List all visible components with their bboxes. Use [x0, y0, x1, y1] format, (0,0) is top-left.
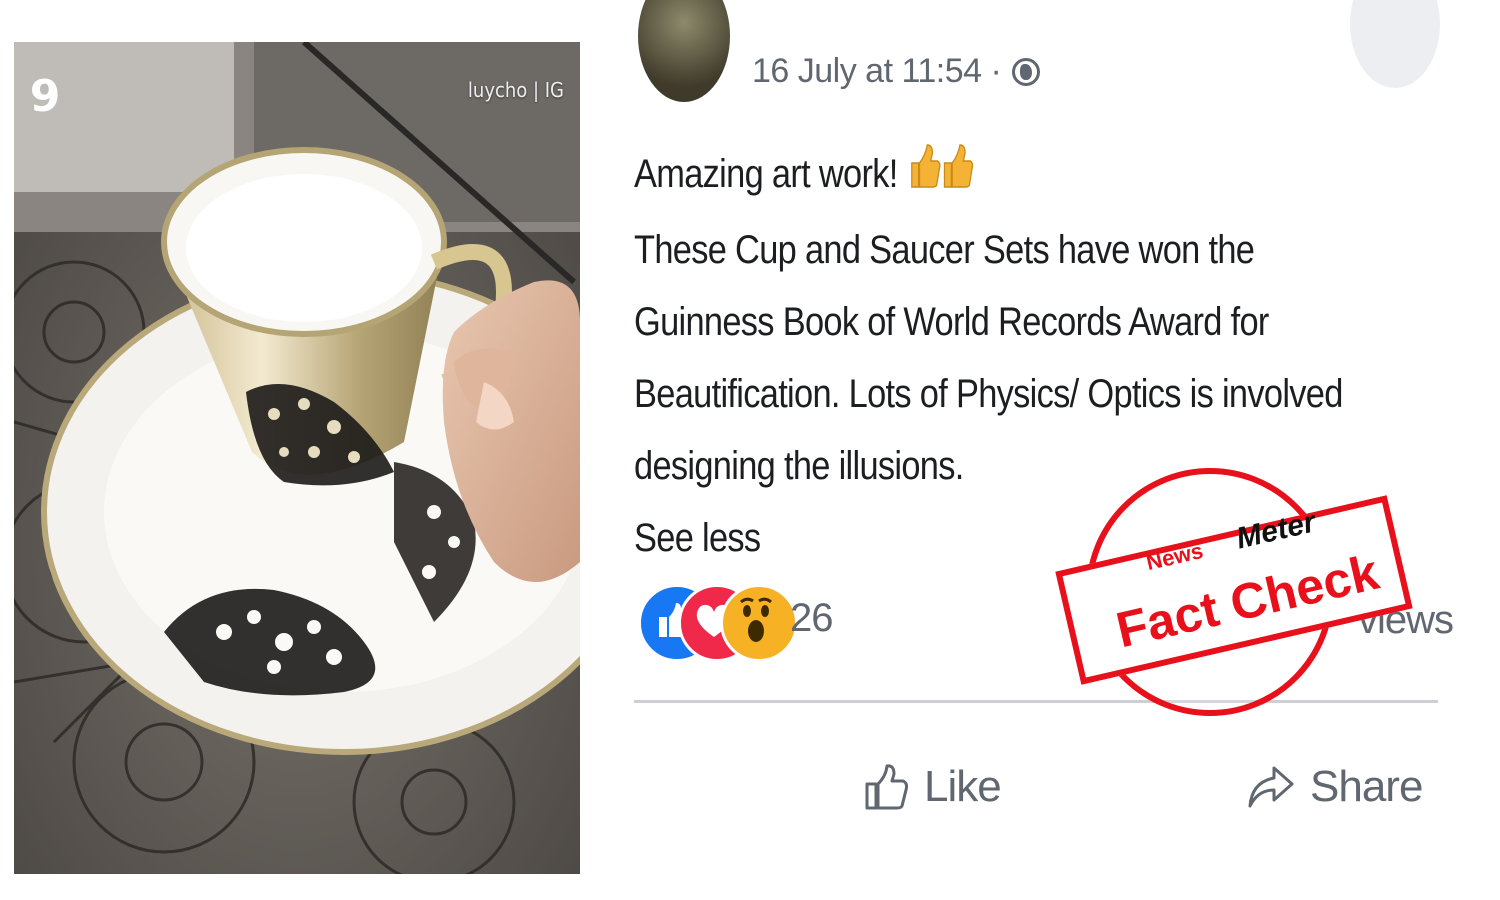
share-button[interactable]: Share: [1246, 752, 1423, 822]
channel-logo: 9: [29, 71, 61, 122]
share-label: Share: [1310, 762, 1423, 811]
post-timestamp[interactable]: 16 July at 11:54 ·: [752, 52, 1041, 91]
video-credit: luycho | IG: [467, 78, 564, 102]
author-avatar[interactable]: [638, 0, 730, 102]
timestamp-text: 16 July at 11:54 ·: [752, 52, 1002, 90]
post-line-2: These Cup and Saucer Sets have won the: [634, 228, 1255, 272]
thumbs-up-emoji-icon: [906, 141, 975, 214]
post-line-1-text: Amazing art work!: [634, 152, 898, 196]
post-line-1: Amazing art work!: [634, 138, 1322, 214]
fact-check-stamp: News Meter Fact Check: [1055, 468, 1413, 724]
thumbs-up-outline-icon: [865, 764, 909, 810]
post-options-avatar[interactable]: [1350, 0, 1440, 88]
share-arrow-icon: [1248, 766, 1294, 808]
facebook-post: 16 July at 11:54 · Amazing art work! The…: [634, 0, 1454, 900]
globe-icon: [1012, 58, 1041, 86]
cup-and-saucer-illustration: [14, 42, 580, 874]
post-line-3: Guinness Book of World Records Award for: [634, 300, 1269, 344]
reaction-count: 26: [790, 596, 833, 640]
like-button[interactable]: Like: [864, 752, 1002, 822]
video-still[interactable]: 9 luycho | IG: [14, 42, 580, 874]
post-line-4: Beautification. Lots of Physics/ Optics …: [634, 372, 1343, 416]
wow-reaction-icon: [720, 584, 798, 662]
like-label: Like: [924, 762, 1002, 811]
